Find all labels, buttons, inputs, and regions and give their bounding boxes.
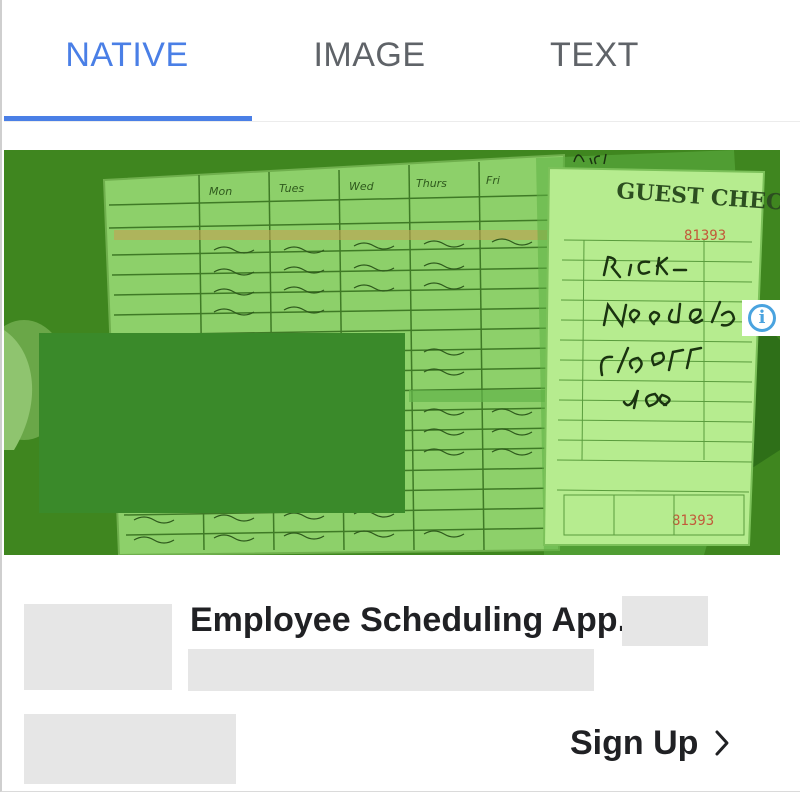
photo-text-check-number: 81393: [684, 228, 726, 244]
ad-preview-card: NATIVE IMAGE TEXT Mon Tues Wed Thurs Fri…: [0, 0, 800, 792]
ad-description-placeholder: [188, 649, 594, 691]
advertiser-name-placeholder: [24, 714, 236, 784]
sign-up-label: Sign Up: [570, 723, 699, 762]
tab-divider: [4, 121, 800, 122]
photo-text-mon: Mon: [209, 185, 232, 198]
schedule-photo: Mon Tues Wed Thurs Fri GUEST CHECK 81393…: [4, 150, 780, 555]
ad-badge-placeholder: [622, 596, 708, 646]
chevron-right-icon: [715, 730, 729, 756]
photo-text-check-number-stub: 81393: [672, 513, 714, 529]
advertiser-logo-placeholder: [24, 604, 172, 690]
photo-text-tues: Tues: [279, 182, 304, 195]
photo-text-thurs: Thurs: [416, 177, 447, 190]
tab-native[interactable]: NATIVE: [2, 30, 252, 80]
photo-text-fri: Fri: [486, 174, 500, 187]
format-tabs: NATIVE IMAGE TEXT: [2, 0, 800, 122]
sign-up-button[interactable]: Sign Up: [570, 720, 730, 766]
tab-image[interactable]: IMAGE: [252, 30, 487, 80]
ad-image[interactable]: Mon Tues Wed Thurs Fri GUEST CHECK 81393…: [4, 150, 780, 555]
tab-text[interactable]: TEXT: [487, 30, 702, 80]
info-icon[interactable]: i: [742, 300, 780, 336]
photo-text-wed: Wed: [349, 180, 375, 193]
ad-headline[interactable]: Employee Scheduling App.: [190, 600, 627, 640]
